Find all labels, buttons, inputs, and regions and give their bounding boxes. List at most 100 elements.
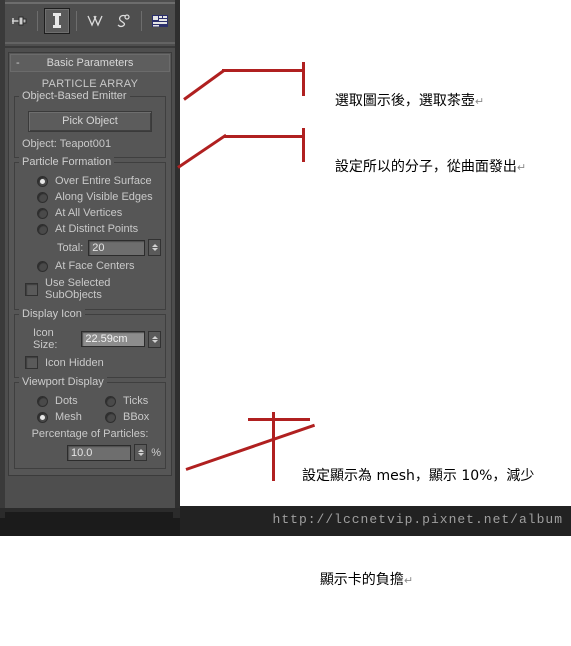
icon-size-row: Icon Size: 22.59cm bbox=[19, 325, 161, 353]
annotation-pick-teapot-cr: ↵ bbox=[474, 95, 485, 108]
percentage-field-row: 10.0 % bbox=[19, 442, 161, 463]
radio-dots-icon[interactable] bbox=[37, 395, 48, 407]
radio-dots[interactable]: Dots bbox=[19, 393, 93, 409]
use-selected-subobjects-checkbox[interactable] bbox=[25, 282, 38, 296]
annotation-viewport-display-cr: ↵ bbox=[403, 574, 414, 587]
icon-size-spinner[interactable] bbox=[148, 330, 161, 348]
total-spinner[interactable] bbox=[148, 239, 161, 256]
radio-bbox[interactable]: BBox bbox=[93, 409, 161, 425]
percentage-input[interactable]: 10.0 bbox=[67, 444, 132, 461]
radio-dots-label: Dots bbox=[55, 395, 78, 407]
annotation-particle-formation-cr: ↵ bbox=[516, 161, 527, 174]
panel-left-edge bbox=[0, 0, 5, 518]
use-selected-subobjects-label: Use Selected SubObjects bbox=[45, 277, 111, 301]
toolbar-separator-3 bbox=[141, 11, 142, 31]
rollout-title: Basic Parameters bbox=[46, 57, 134, 69]
particle-formation-group: Particle Formation Over Entire Surface A… bbox=[14, 156, 166, 310]
show-end-result-icon[interactable] bbox=[44, 8, 70, 34]
radio-over-entire-surface-icon[interactable] bbox=[37, 175, 48, 187]
annotation-particle-formation-text: 設定所以的分子，從曲面發出 bbox=[334, 159, 517, 175]
radio-at-face-centers-icon[interactable] bbox=[37, 260, 48, 272]
viewport-display-row-2: Mesh BBox bbox=[19, 409, 161, 425]
leader-1-vertical bbox=[302, 62, 305, 96]
remove-modifier-icon[interactable] bbox=[111, 9, 135, 33]
radio-ticks-label: Ticks bbox=[123, 395, 149, 407]
icon-hidden-label: Icon Hidden bbox=[45, 356, 104, 369]
particle-formation-title: Particle Formation bbox=[19, 156, 115, 168]
annotation-viewport-display-line2: 顯示卡的負擔 bbox=[319, 572, 404, 588]
display-icon-group: Display Icon Icon Size: 22.59cm Icon Hid… bbox=[14, 308, 166, 378]
radio-at-face-centers-label: At Face Centers bbox=[55, 260, 135, 272]
radio-along-visible-edges-icon[interactable] bbox=[37, 191, 48, 203]
radio-at-all-vertices-icon[interactable] bbox=[37, 207, 48, 219]
annotation-pick-teapot: 選取圖示後，選取茶壺↵ bbox=[326, 62, 484, 115]
radio-mesh-label: Mesh bbox=[55, 411, 82, 423]
leader-2-diagonal bbox=[177, 133, 227, 169]
bottom-left-strip bbox=[0, 518, 180, 536]
percentage-spinner-up-icon[interactable] bbox=[137, 449, 144, 452]
annotation-viewport-display-line2-wrap: 顯示卡的負擔↵ bbox=[302, 541, 557, 620]
leader-1-diagonal bbox=[183, 68, 226, 101]
percentage-spinner[interactable] bbox=[134, 444, 148, 461]
rollout-header[interactable]: - Basic Parameters bbox=[10, 54, 170, 72]
picked-object-label: Object: Teapot001 bbox=[22, 138, 112, 150]
pin-stack-icon[interactable] bbox=[7, 9, 31, 33]
modifier-toolbar bbox=[5, 4, 175, 38]
total-input[interactable]: 20 bbox=[88, 239, 145, 256]
radio-at-distinct-points-icon[interactable] bbox=[37, 223, 48, 235]
radio-bbox-label: BBox bbox=[123, 411, 150, 423]
radio-at-all-vertices-label: At All Vertices bbox=[55, 207, 123, 219]
viewport-display-group: Viewport Display Dots Ticks Mesh BBox Pe… bbox=[14, 376, 166, 469]
footer-url-text: http://lccnetvip.pixnet.net/album bbox=[272, 512, 563, 527]
icon-size-label: Icon Size: bbox=[33, 327, 58, 351]
toolbar-separator-1 bbox=[37, 11, 38, 31]
configure-modifier-sets-icon[interactable] bbox=[148, 9, 172, 33]
percentage-unit: % bbox=[151, 446, 161, 459]
leader-2-vertical bbox=[302, 128, 305, 162]
radio-at-all-vertices[interactable]: At All Vertices bbox=[19, 205, 161, 221]
percentage-spinner-down-icon[interactable] bbox=[137, 453, 144, 456]
make-unique-icon[interactable] bbox=[83, 9, 107, 33]
radio-over-entire-surface-label: Over Entire Surface bbox=[55, 175, 152, 187]
radio-over-entire-surface[interactable]: Over Entire Surface bbox=[19, 173, 161, 189]
annotation-particle-formation: 設定所以的分子，從曲面發出↵ bbox=[326, 128, 526, 181]
icon-size-spinner-up-icon[interactable] bbox=[151, 335, 158, 339]
radio-at-distinct-points[interactable]: At Distinct Points bbox=[19, 221, 161, 237]
toolbar-separator-2 bbox=[76, 11, 77, 31]
panel-right-edge bbox=[175, 0, 180, 518]
leader-3-vertical bbox=[272, 412, 275, 481]
percentage-of-particles-label: Percentage of Particles: bbox=[31, 428, 149, 440]
radio-ticks-icon[interactable] bbox=[105, 395, 116, 407]
total-spinner-down-icon[interactable] bbox=[151, 248, 158, 251]
leader-3-horizontal bbox=[248, 418, 310, 421]
pick-object-button[interactable]: Pick Object bbox=[28, 111, 152, 132]
object-based-emitter-title: Object-Based Emitter bbox=[19, 90, 130, 102]
radio-along-visible-edges-label: Along Visible Edges bbox=[55, 191, 153, 203]
display-icon-title: Display Icon bbox=[19, 308, 85, 320]
icon-size-spinner-down-icon[interactable] bbox=[151, 339, 158, 343]
total-field-row: Total: 20 bbox=[19, 237, 161, 258]
total-spinner-up-icon[interactable] bbox=[151, 244, 158, 247]
viewport-display-row-1: Dots Ticks bbox=[19, 393, 161, 409]
viewport-display-title: Viewport Display bbox=[19, 376, 107, 388]
radio-mesh-icon[interactable] bbox=[37, 411, 48, 423]
object-based-emitter-group: Object-Based Emitter Pick Object Object:… bbox=[14, 90, 166, 158]
icon-size-input[interactable]: 22.59cm bbox=[81, 331, 145, 347]
rollout-collapse-icon[interactable]: - bbox=[16, 55, 20, 71]
radio-bbox-icon[interactable] bbox=[105, 411, 116, 423]
radio-at-face-centers[interactable]: At Face Centers bbox=[19, 258, 161, 274]
leader-3-diagonal bbox=[185, 423, 316, 471]
total-label: Total: bbox=[57, 241, 84, 254]
leader-1-horizontal bbox=[222, 69, 305, 72]
icon-hidden-checkbox[interactable] bbox=[25, 356, 38, 369]
icon-hidden-row[interactable]: Icon Hidden bbox=[19, 353, 161, 372]
radio-along-visible-edges[interactable]: Along Visible Edges bbox=[19, 189, 161, 205]
radio-at-distinct-points-label: At Distinct Points bbox=[55, 223, 139, 235]
use-selected-subobjects-row[interactable]: Use Selected SubObjects bbox=[19, 274, 161, 304]
command-panel: - Basic Parameters PARTICLE ARRAY Object… bbox=[0, 0, 180, 518]
footer-url-bar: http://lccnetvip.pixnet.net/album bbox=[180, 506, 571, 536]
basic-parameters-rollout: - Basic Parameters PARTICLE ARRAY Object… bbox=[8, 52, 172, 476]
radio-mesh[interactable]: Mesh bbox=[19, 409, 93, 425]
toolbar-divider-bottom-dark bbox=[5, 46, 175, 48]
radio-ticks[interactable]: Ticks bbox=[93, 393, 161, 409]
